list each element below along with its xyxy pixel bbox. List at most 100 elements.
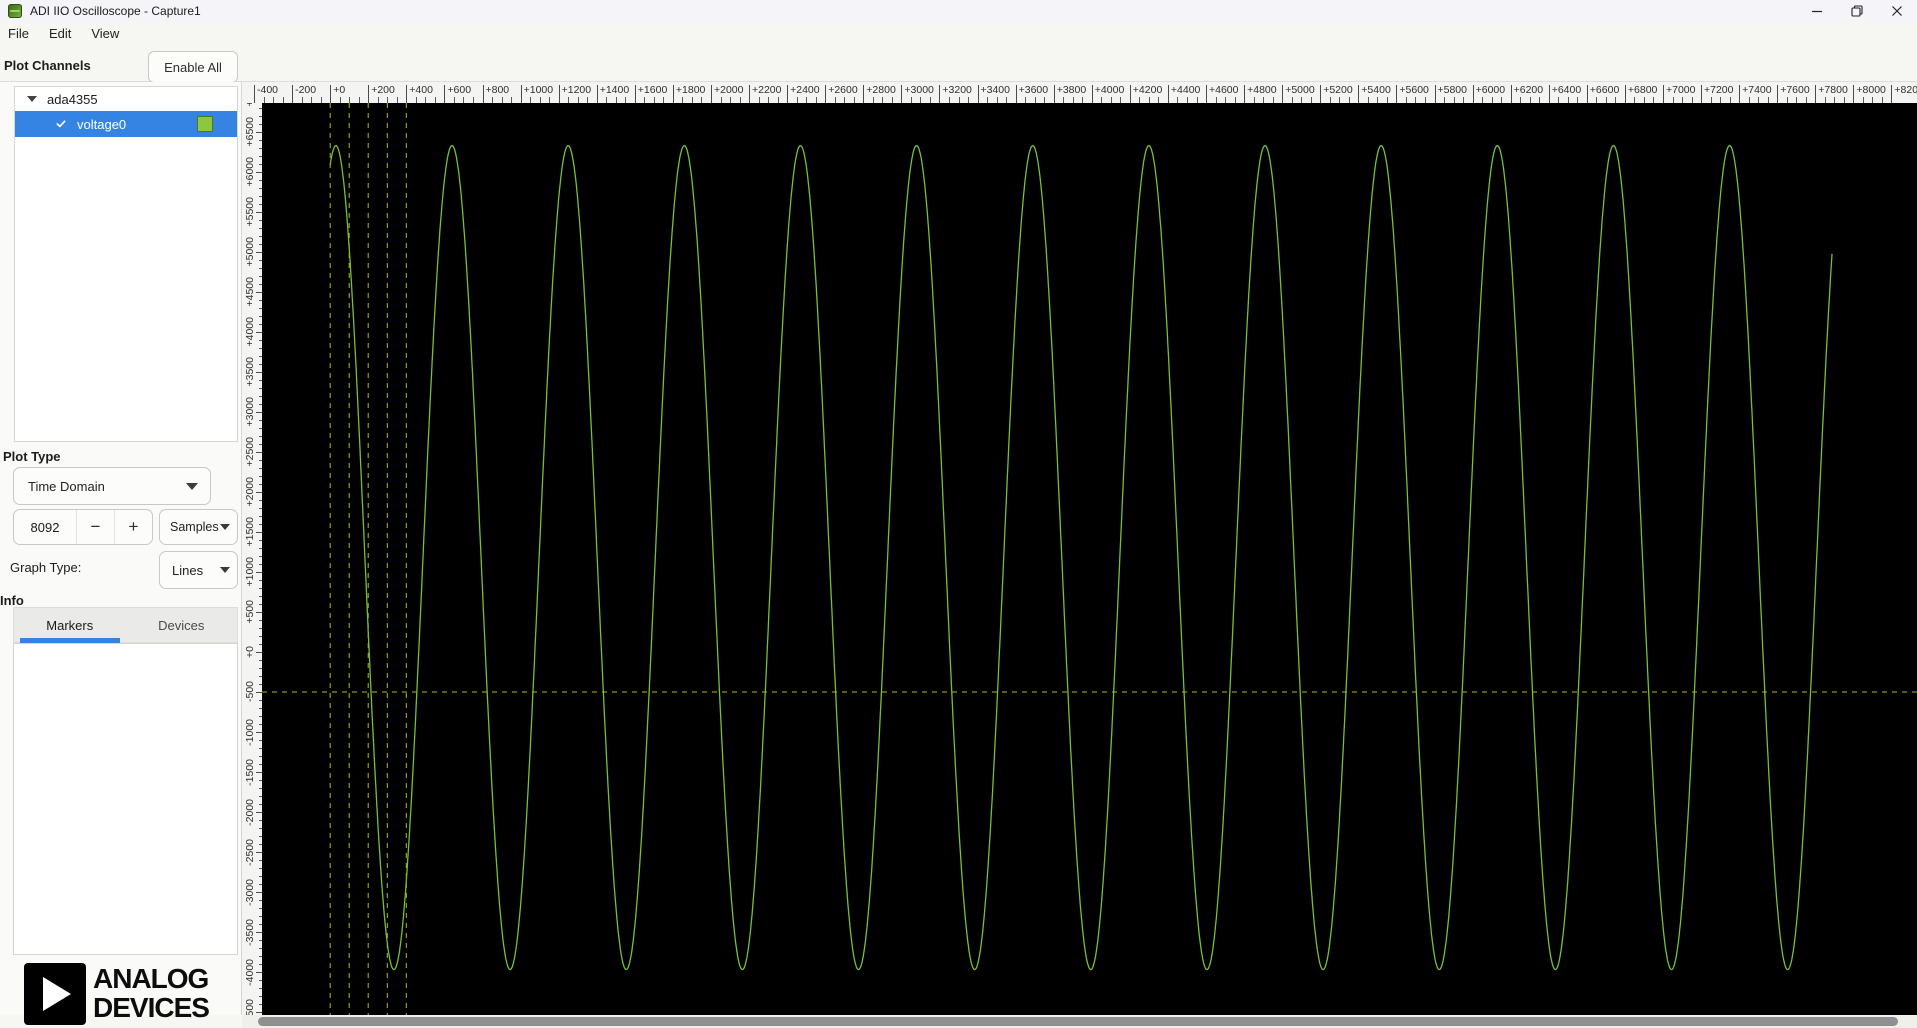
sample-count-control: 8092 − + bbox=[13, 509, 153, 545]
info-content bbox=[13, 643, 238, 955]
adi-triangle-icon bbox=[43, 977, 71, 1011]
chevron-down-icon bbox=[220, 567, 230, 573]
x-tick-label: +2600 bbox=[828, 84, 858, 96]
info-label: Info bbox=[0, 593, 24, 608]
x-tick-label: +2800 bbox=[866, 84, 896, 96]
graph-type-dropdown[interactable]: Lines bbox=[159, 551, 238, 589]
restore-icon bbox=[1851, 5, 1863, 17]
device-row[interactable]: ada4355 bbox=[15, 87, 237, 111]
sample-count-input[interactable]: 8092 bbox=[14, 510, 76, 544]
x-major-tick bbox=[787, 85, 789, 103]
x-major-tick bbox=[368, 85, 370, 103]
restore-button[interactable] bbox=[1837, 0, 1877, 22]
analog-devices-logo: ANALOG DEVICES bbox=[24, 963, 210, 1025]
graph-type-value: Lines bbox=[172, 562, 204, 578]
chevron-down-icon bbox=[186, 482, 198, 490]
x-major-tick bbox=[1701, 85, 1702, 103]
x-tick-label: +7200 bbox=[1704, 84, 1734, 96]
waveform-plot bbox=[262, 103, 1917, 1015]
sample-count-decrement-button[interactable]: − bbox=[76, 510, 114, 544]
close-icon bbox=[1892, 6, 1902, 16]
expander-icon[interactable] bbox=[27, 96, 37, 102]
x-tick-label: +400 bbox=[409, 84, 433, 96]
menu-view[interactable]: View bbox=[81, 26, 129, 41]
enable-all-button[interactable]: Enable All bbox=[148, 51, 238, 83]
x-axis: -400 -200 +0 +200 +400 +600 +800 +1000 +1200 +140… bbox=[242, 82, 1917, 103]
x-major-tick bbox=[711, 85, 712, 103]
x-tick-label: +0 bbox=[333, 84, 346, 96]
x-tick-label: +5800 bbox=[1437, 84, 1468, 96]
x-tick-label: +2200 bbox=[752, 84, 782, 96]
x-tick-label: +4400 bbox=[1170, 84, 1201, 96]
x-tick-label: +3200 bbox=[942, 84, 972, 96]
x-major-tick bbox=[825, 85, 827, 103]
x-tick-label: +1400 bbox=[599, 84, 630, 96]
window-title: ADI IIO Oscilloscope - Capture1 bbox=[30, 4, 201, 18]
x-major-tick bbox=[1358, 85, 1360, 103]
channel-name: voltage0 bbox=[77, 116, 127, 132]
x-major-tick bbox=[1891, 85, 1893, 103]
x-tick-label: -400 bbox=[257, 84, 279, 96]
x-tick-label: +200 bbox=[371, 84, 395, 96]
tab-devices[interactable]: Devices bbox=[126, 608, 238, 642]
x-tick-label: +6400 bbox=[1551, 84, 1582, 96]
x-major-tick bbox=[330, 85, 332, 103]
x-major-tick bbox=[1624, 85, 1626, 103]
channel-checkbox[interactable] bbox=[53, 116, 68, 132]
plot-channels-label: Plot Channels bbox=[4, 58, 91, 73]
channel-list: ada4355 voltage0 bbox=[14, 86, 238, 442]
scrollbar-thumb[interactable] bbox=[258, 1017, 1898, 1026]
sample-unit-dropdown[interactable]: Samples bbox=[159, 509, 238, 545]
horizontal-scrollbar[interactable] bbox=[242, 1015, 1917, 1028]
x-major-tick bbox=[406, 85, 408, 103]
plot-type-dropdown[interactable]: Time Domain bbox=[13, 467, 211, 505]
graph-type-label: Graph Type: bbox=[10, 560, 82, 575]
x-tick-label: +4600 bbox=[1209, 84, 1239, 96]
check-icon bbox=[56, 120, 65, 128]
x-major-tick bbox=[634, 85, 636, 103]
x-tick-label: +6200 bbox=[1513, 84, 1544, 96]
y-tick-label: -4500 bbox=[243, 998, 256, 1015]
x-tick-label: +2400 bbox=[790, 84, 820, 96]
plot-type-label: Plot Type bbox=[3, 449, 61, 464]
menu-file[interactable]: File bbox=[0, 26, 39, 41]
x-major-tick bbox=[749, 85, 750, 103]
menu-bar: File Edit View bbox=[0, 22, 1917, 44]
x-tick-label: +1200 bbox=[561, 84, 592, 96]
x-major-tick bbox=[1244, 85, 1246, 103]
x-major-tick bbox=[1586, 85, 1588, 103]
x-major-tick bbox=[672, 85, 674, 103]
menu-edit[interactable]: Edit bbox=[39, 26, 81, 41]
x-tick-label: +600 bbox=[447, 84, 472, 96]
x-tick-label: +5400 bbox=[1361, 84, 1391, 96]
x-tick-label: +4800 bbox=[1247, 84, 1277, 96]
chevron-down-icon bbox=[220, 524, 230, 530]
x-major-tick bbox=[1167, 85, 1169, 103]
x-major-tick bbox=[1320, 85, 1322, 103]
x-major-tick bbox=[1777, 85, 1779, 103]
tab-markers[interactable]: Markers bbox=[14, 608, 126, 643]
plot-area[interactable] bbox=[262, 103, 1917, 1015]
minimize-button[interactable] bbox=[1797, 0, 1837, 22]
channel-color-swatch[interactable] bbox=[197, 116, 214, 132]
x-major-tick bbox=[1472, 85, 1474, 103]
x-major-tick bbox=[1434, 85, 1436, 103]
x-major-tick bbox=[977, 85, 979, 103]
x-tick-label: +5200 bbox=[1323, 84, 1353, 96]
sidebar: ada4355 voltage0 Plot Type Time Domain 8… bbox=[0, 82, 242, 1025]
x-major-tick bbox=[1663, 85, 1664, 103]
toolbar: Plot Channels Enable All bbox=[0, 44, 1917, 125]
x-tick-label: +7000 bbox=[1666, 84, 1696, 96]
x-tick-label: +1800 bbox=[675, 84, 706, 96]
x-tick-label: +4200 bbox=[1132, 84, 1163, 96]
x-major-tick bbox=[1853, 85, 1855, 103]
x-tick-label: +3600 bbox=[1018, 84, 1049, 96]
x-tick-label: +8000 bbox=[1856, 84, 1886, 96]
x-major-tick bbox=[1739, 85, 1741, 103]
channel-row-voltage0[interactable]: voltage0 bbox=[15, 111, 237, 137]
x-tick-label: +1600 bbox=[637, 84, 668, 96]
info-tabs: Markers Devices bbox=[13, 607, 238, 643]
close-button[interactable] bbox=[1877, 0, 1917, 22]
sample-count-increment-button[interactable]: + bbox=[114, 510, 152, 544]
plot-type-value: Time Domain bbox=[28, 478, 105, 494]
